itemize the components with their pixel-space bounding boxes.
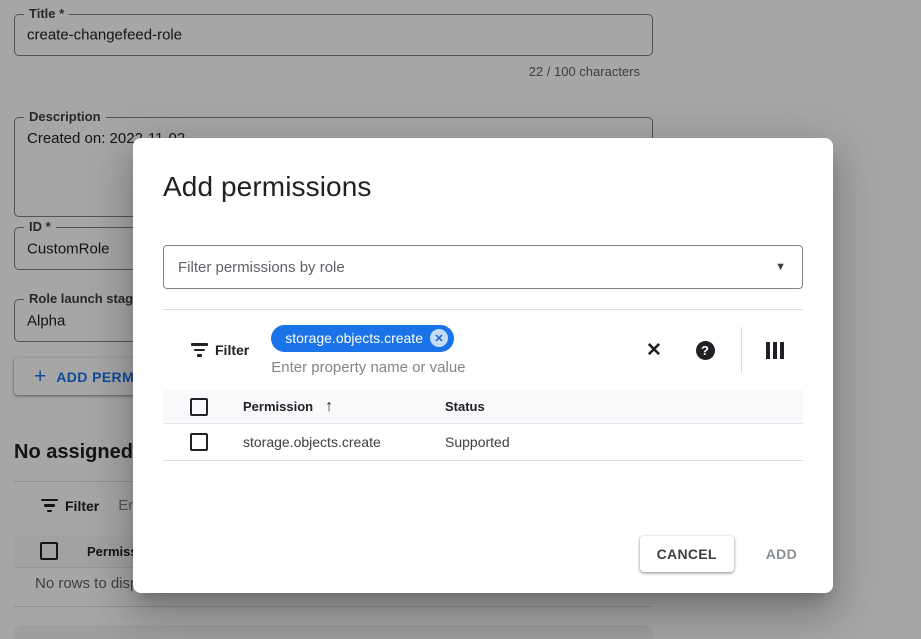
- toolbar-actions: ✕ ?: [642, 327, 803, 373]
- status-column-header[interactable]: Status: [445, 399, 485, 414]
- help-button[interactable]: ?: [693, 338, 717, 362]
- cancel-button[interactable]: CANCEL: [640, 536, 734, 572]
- permission-column-header[interactable]: Permission: [243, 399, 313, 414]
- columns-icon: [766, 342, 785, 359]
- chip-remove-icon[interactable]: ✕: [430, 329, 448, 347]
- permissions-filter-bar: Filter storage.objects.create ✕ Enter pr…: [163, 310, 803, 390]
- add-permissions-dialog: Add permissions Filter permissions by ro…: [133, 138, 833, 593]
- chevron-down-icon: ▼: [775, 261, 786, 273]
- filter-chip-column: storage.objects.create ✕ Enter property …: [271, 325, 465, 376]
- permissions-panel: Filter storage.objects.create ✕ Enter pr…: [163, 309, 803, 461]
- dialog-actions: CANCEL ADD: [640, 536, 803, 572]
- dialog-title: Add permissions: [163, 171, 371, 203]
- clear-filters-button[interactable]: ✕: [642, 338, 666, 362]
- role-filter-placeholder: Filter permissions by role: [178, 259, 775, 276]
- sort-ascending-icon[interactable]: ↑: [325, 399, 333, 415]
- help-icon: ?: [696, 341, 715, 360]
- filter-icon: [190, 343, 208, 357]
- filter-chip[interactable]: storage.objects.create ✕: [271, 325, 454, 352]
- role-filter-dropdown[interactable]: Filter permissions by role ▼: [163, 245, 803, 289]
- add-button[interactable]: ADD: [760, 536, 803, 572]
- column-display-button[interactable]: [763, 338, 787, 362]
- filter-label-group: Filter: [190, 342, 249, 358]
- table-row[interactable]: storage.objects.create Supported: [163, 424, 803, 461]
- screen: Title * create-changefeed-role 22 / 100 …: [0, 0, 921, 639]
- filter-input-placeholder[interactable]: Enter property name or value: [271, 359, 465, 376]
- permission-cell: storage.objects.create: [243, 434, 381, 450]
- filter-chip-label: storage.objects.create: [285, 330, 423, 346]
- filter-label: Filter: [215, 342, 249, 358]
- row-checkbox[interactable]: [190, 433, 208, 451]
- permissions-table-header: Permission ↑ Status: [163, 390, 803, 424]
- status-cell: Supported: [445, 434, 510, 450]
- select-all-checkbox[interactable]: [190, 398, 208, 416]
- toolbar-divider: [741, 327, 742, 373]
- close-icon: ✕: [646, 341, 662, 360]
